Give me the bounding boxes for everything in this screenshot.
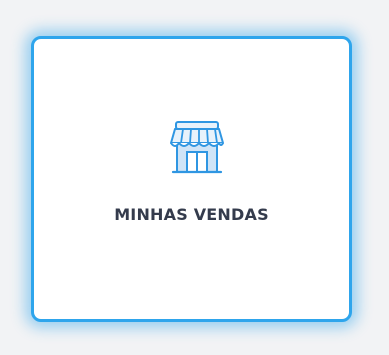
store-icon xyxy=(170,121,224,174)
my-sales-card[interactable]: MINHAS VENDAS xyxy=(31,36,352,322)
page: MINHAS VENDAS xyxy=(0,0,389,355)
card-label: MINHAS VENDAS xyxy=(114,205,269,224)
